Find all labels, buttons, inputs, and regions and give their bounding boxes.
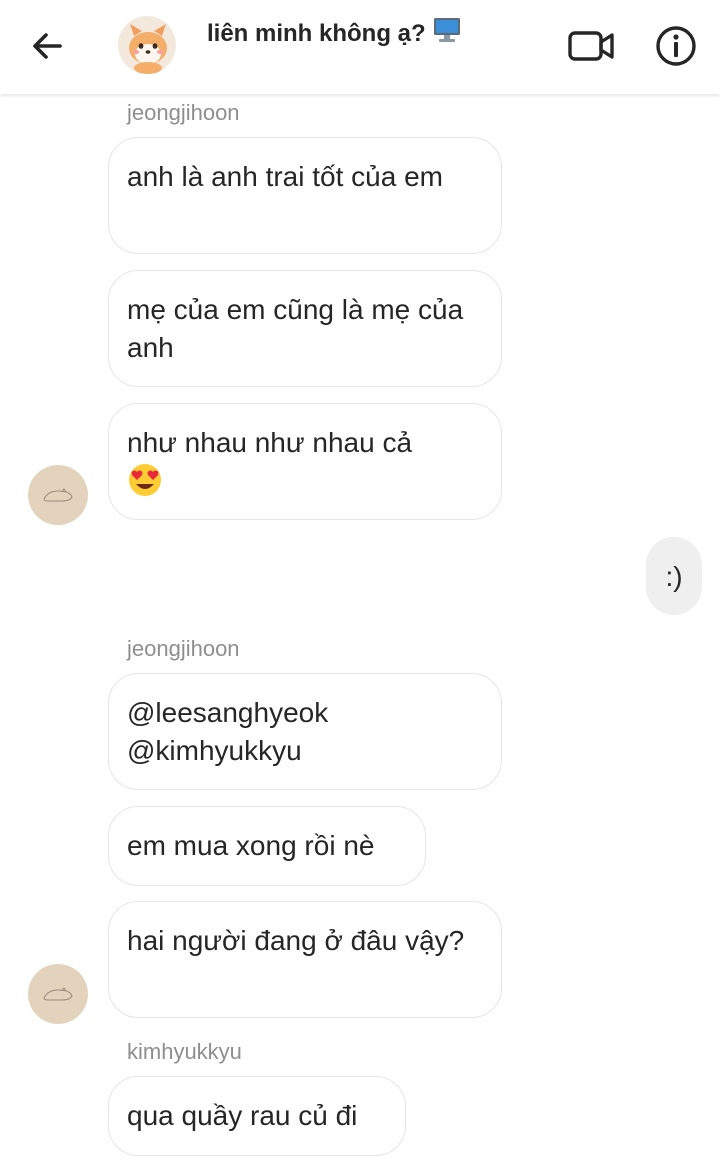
group-avatar[interactable] [116, 16, 180, 76]
message-bubble[interactable]: qua quầy rau củ đi [108, 1076, 406, 1156]
message-text: @leesanghyeok @kimhyukkyu [127, 697, 329, 766]
message-text: anh là anh trai tốt của em [127, 161, 443, 192]
arrow-left-icon [33, 33, 62, 59]
message-text: em mua xong rồi nè [127, 830, 375, 861]
info-icon [656, 26, 696, 66]
heart-eyes-emoji [127, 462, 163, 508]
message-text: qua quầy rau củ đi [127, 1100, 358, 1131]
message-bubble[interactable]: mẹ của em cũng là mẹ của anh [108, 270, 502, 387]
message-bubble[interactable]: như nhau như nhau cả [108, 403, 502, 520]
message-bubble[interactable]: em mua xong rồi nè [108, 806, 426, 886]
message-text: như nhau như nhau cả [127, 427, 413, 458]
sender-name: kimhyukkyu [127, 1039, 242, 1064]
message-bubble[interactable]: anh là anh trai tốt của em [108, 137, 502, 254]
video-call-button[interactable] [566, 26, 616, 66]
sender-avatar[interactable] [28, 465, 88, 525]
shiba-dog-sticker [129, 24, 167, 74]
message-text: :) [665, 561, 683, 592]
message-bubble[interactable]: hai người đang ở đâu vậy? [108, 901, 502, 1018]
video-camera-icon [568, 31, 614, 61]
sleeping-cat-sketch [43, 987, 73, 1001]
sender-name: jeongjihoon [127, 636, 240, 661]
message-text: hai người đang ở đâu vậy? [127, 925, 465, 956]
sender-name: jeongjihoon [127, 100, 240, 125]
info-button[interactable] [654, 24, 698, 68]
message-text: mẹ của em cũng là mẹ của anh [127, 294, 464, 363]
back-button[interactable] [26, 24, 70, 68]
chat-title[interactable]: liên minh không ạ? [207, 16, 462, 51]
chat-title-text: liên minh không ạ? [207, 20, 426, 47]
sleeping-cat-sketch [43, 488, 73, 502]
outgoing-message-bubble[interactable]: :) [646, 537, 702, 615]
desktop-computer-emoji [432, 16, 462, 51]
chat-header: liên minh không ạ? [0, 0, 720, 94]
sender-avatar[interactable] [28, 964, 88, 1024]
message-bubble[interactable]: @leesanghyeok @kimhyukkyu [108, 673, 502, 790]
